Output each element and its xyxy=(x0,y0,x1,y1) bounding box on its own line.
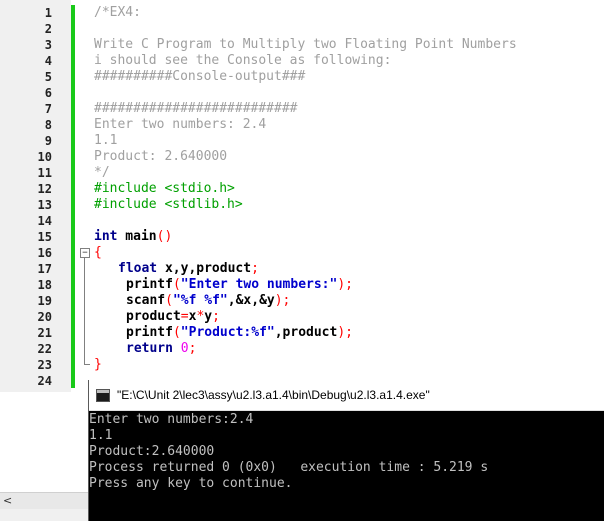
operator: ); xyxy=(337,277,353,292)
code-line-comment: ########################## xyxy=(94,101,298,116)
operator: () xyxy=(156,229,173,244)
code-line-return: return 0; xyxy=(126,341,196,357)
code-line-main: int main() xyxy=(94,229,172,245)
operator: ( xyxy=(172,277,181,292)
line-number: 10 xyxy=(37,150,52,164)
identifier: main xyxy=(117,229,157,244)
code-line-brace-close: } xyxy=(94,357,102,372)
identifier: printf xyxy=(126,277,173,292)
line-number: 6 xyxy=(44,86,52,100)
code-line-printf: printf("Product:%f",product); xyxy=(126,325,353,341)
identifier: ,product xyxy=(274,325,338,340)
line-number: 2 xyxy=(44,22,52,36)
line-number: 18 xyxy=(37,278,52,292)
horizontal-scrollbar[interactable]: < xyxy=(0,492,88,509)
line-number: 23 xyxy=(37,358,52,372)
console-titlebar[interactable]: "E:\C\Unit 2\lec3\assy\u2.l3.a1.4\bin\De… xyxy=(89,380,604,411)
line-number: 3 xyxy=(44,38,52,52)
line-number: 9 xyxy=(44,134,52,148)
code-line-brace-open: { xyxy=(94,245,102,260)
code-line-printf: printf("Enter two numbers:"); xyxy=(126,277,353,293)
fold-margin xyxy=(61,0,71,392)
fold-guide-end xyxy=(84,364,90,365)
keyword: int xyxy=(94,229,118,244)
identifier: scanf xyxy=(126,293,166,308)
line-number: 12 xyxy=(37,182,52,196)
line-number: 19 xyxy=(37,294,52,308)
identifier: product xyxy=(126,309,181,324)
line-number: 4 xyxy=(44,54,52,68)
number-literal: 0 xyxy=(180,341,189,356)
operator: ( xyxy=(165,293,173,308)
code-line-declaration: float x,y,product; xyxy=(118,261,259,277)
console-line: Press any key to continue. xyxy=(89,476,293,491)
line-number: 11 xyxy=(37,166,52,180)
console-window[interactable]: "E:\C\Unit 2\lec3\assy\u2.l3.a1.4\bin\De… xyxy=(88,380,604,521)
line-number: 24 xyxy=(37,374,52,388)
string-literal: "Enter two numbers:" xyxy=(180,277,338,292)
line-number: 16 xyxy=(37,246,52,260)
operator: ); xyxy=(274,293,291,308)
line-number: 1 xyxy=(44,6,52,20)
console-app-icon xyxy=(96,389,110,402)
line-number: 15 xyxy=(37,230,52,244)
line-number: 8 xyxy=(44,118,52,132)
console-line: 1.1 xyxy=(89,428,113,443)
line-number: 5 xyxy=(44,70,52,84)
string-literal: "Product:%f" xyxy=(180,325,275,340)
line-number: 14 xyxy=(37,214,52,228)
code-editor[interactable]: 1 2 3 4 5 6 7 8 9 10 11 12 13 14 15 16 1… xyxy=(0,0,604,392)
operator: = xyxy=(180,309,189,324)
code-line-comment: i should see the Console as following: xyxy=(94,53,392,68)
code-line-scanf: scanf("%f %f",&x,&y); xyxy=(126,293,290,309)
code-line-assignment: product=x*y; xyxy=(126,309,220,325)
identifier: y xyxy=(204,309,213,324)
line-number: 21 xyxy=(37,326,52,340)
operator: ; xyxy=(188,341,197,356)
line-number: 20 xyxy=(37,310,52,324)
code-line-include: #include <stdio.h> xyxy=(94,181,235,196)
line-number-gutter: 1 2 3 4 5 6 7 8 9 10 11 12 13 14 15 16 1… xyxy=(0,0,62,392)
console-line: Process returned 0 (0x0) execution time … xyxy=(89,460,489,475)
keyword: float xyxy=(118,261,158,276)
identifier: printf xyxy=(126,325,173,340)
change-indicator-bar xyxy=(71,5,75,388)
line-number: 17 xyxy=(37,262,52,276)
code-line-comment: ##########Console-output### xyxy=(94,69,306,84)
code-line-comment: Product: 2.640000 xyxy=(94,149,228,164)
console-line: Enter two numbers:2.4 xyxy=(89,412,254,427)
line-number: 22 xyxy=(37,342,52,356)
operator: ; xyxy=(212,309,220,324)
line-number: 13 xyxy=(37,198,52,212)
keyword: return xyxy=(126,341,173,356)
scroll-left-arrow-icon[interactable]: < xyxy=(3,494,12,507)
fold-guide-line xyxy=(84,258,85,364)
identifier: ,&x,&y xyxy=(227,293,275,308)
code-line-include: #include <stdlib.h> xyxy=(94,197,243,212)
identifier: x,y,product xyxy=(157,261,252,276)
status-area xyxy=(0,509,88,521)
code-line-comment: Enter two numbers: 2.4 xyxy=(94,117,267,132)
string-literal: "%f %f" xyxy=(172,293,228,308)
code-line-comment: 1.1 xyxy=(94,133,118,148)
operator: ; xyxy=(251,261,259,276)
console-output[interactable]: Enter two numbers:2.4 1.1 Product:2.6400… xyxy=(89,411,604,521)
console-title: "E:\C\Unit 2\lec3\assy\u2.l3.a1.4\bin\De… xyxy=(117,388,430,402)
code-line-comment: Write C Program to Multiply two Floating… xyxy=(94,37,517,52)
console-line: Product:2.640000 xyxy=(89,444,215,459)
operator: ); xyxy=(337,325,353,340)
code-line-comment: /*EX4: xyxy=(94,5,141,20)
fold-toggle-icon[interactable]: − xyxy=(80,248,90,258)
line-number: 7 xyxy=(44,102,52,116)
code-line-comment: */ xyxy=(94,165,110,180)
operator: ( xyxy=(172,325,181,340)
